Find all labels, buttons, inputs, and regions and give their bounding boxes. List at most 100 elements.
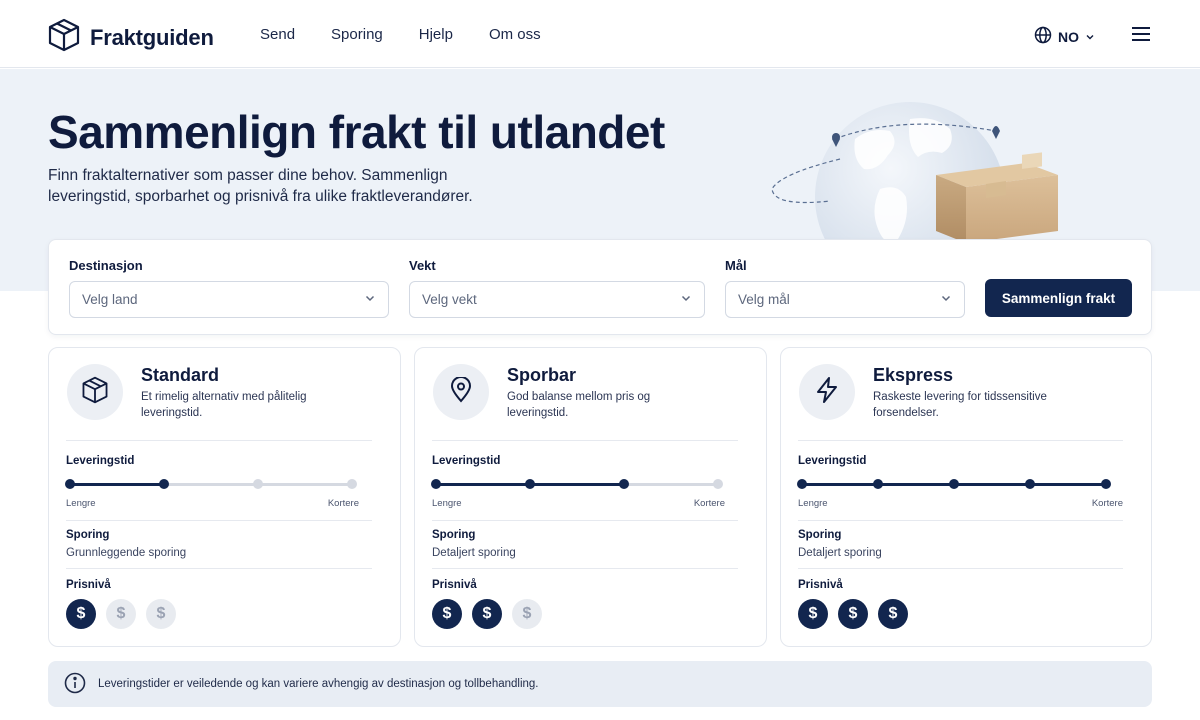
price-level-indicator: $ $ $	[66, 599, 176, 629]
language-code: NO	[1058, 28, 1079, 45]
delivery-time-scale	[431, 478, 723, 490]
scale-min-label: Lengre	[66, 498, 96, 509]
option-card-sporbar[interactable]: Sporbar God balanse mellom pris og lever…	[414, 347, 767, 647]
brand-logo[interactable]: Fraktguiden	[48, 18, 214, 57]
scale-step-dot	[949, 479, 959, 489]
scale-step-dot	[253, 479, 263, 489]
divider	[66, 440, 372, 441]
destination-label: Destinasjon	[69, 258, 143, 273]
compare-shipping-button[interactable]: Sammenlign frakt	[985, 279, 1132, 317]
scale-step-dot	[347, 479, 357, 489]
option-card-ekspress[interactable]: Ekspress Raskeste levering for tidssensi…	[780, 347, 1152, 647]
option-icon-container	[433, 364, 489, 420]
option-description: Et rimelig alternativ med pålitelig leve…	[141, 391, 307, 419]
price-level-icon: $	[146, 599, 176, 629]
brand-name: Fraktguiden	[90, 24, 214, 50]
price-level-indicator: $ $ $	[432, 599, 542, 629]
price-level-icon: $	[472, 599, 502, 629]
scale-step-dot	[713, 479, 723, 489]
nav-item-tracking[interactable]: Sporing	[331, 26, 383, 43]
scale-step-dot	[65, 479, 75, 489]
scale-step-dot	[1025, 479, 1035, 489]
price-level-icon: $	[878, 599, 908, 629]
option-card-standard[interactable]: Standard Et rimelig alternativ med pålit…	[48, 347, 401, 647]
chevron-down-icon	[680, 292, 692, 307]
globe-icon	[1034, 26, 1052, 47]
hamburger-menu-button[interactable]	[1131, 26, 1151, 47]
weight-select[interactable]: Velg vekt	[409, 281, 705, 318]
main-nav: Send Sporing Hjelp Om oss	[260, 26, 577, 43]
scale-max-label: Kortere	[693, 498, 725, 509]
divider	[66, 520, 372, 521]
option-title: Standard	[141, 365, 220, 385]
price-level-icon: $	[106, 599, 136, 629]
tracking-value: Grunnleggende sporing	[66, 547, 187, 559]
nav-item-send[interactable]: Send	[260, 26, 295, 43]
option-icon-container	[799, 364, 855, 420]
delivery-time-label: Leveringstid	[66, 455, 135, 467]
divider	[798, 440, 1123, 441]
divider	[66, 568, 372, 569]
location-pin-icon	[449, 375, 473, 408]
chevron-down-icon	[364, 292, 376, 307]
delivery-time-scale	[797, 478, 1111, 490]
tracking-label: Sporing	[798, 529, 842, 541]
delivery-time-label: Leveringstid	[432, 455, 501, 467]
box-icon	[81, 376, 109, 409]
price-level-icon: $	[798, 599, 828, 629]
tracking-label: Sporing	[432, 529, 476, 541]
price-level-icon: $	[66, 599, 96, 629]
divider	[432, 440, 738, 441]
option-description: Raskeste levering for tidssensitive fors…	[873, 391, 1047, 419]
price-level-label: Prisnivå	[66, 579, 111, 591]
weight-field-group: Vekt Velg vekt	[409, 258, 705, 318]
tracking-label: Sporing	[66, 529, 110, 541]
price-level-icon: $	[838, 599, 868, 629]
price-level-indicator: $ $ $	[798, 599, 908, 629]
dimensions-field-group: Mål Velg mål	[725, 258, 965, 318]
dimensions-select[interactable]: Velg mål	[725, 281, 965, 318]
nav-item-help[interactable]: Hjelp	[419, 26, 453, 43]
chevron-down-icon	[1085, 29, 1095, 45]
tracking-value: Detaljert sporing	[432, 547, 516, 559]
page-title: Sammenlign frakt til utlandet	[48, 106, 665, 158]
lightning-icon	[815, 376, 839, 409]
scale-step-dot	[159, 479, 169, 489]
scale-min-label: Lengre	[432, 498, 462, 509]
divider	[798, 568, 1123, 569]
scale-step-dot	[525, 479, 535, 489]
destination-select[interactable]: Velg land	[69, 281, 389, 318]
scale-step-dot	[873, 479, 883, 489]
scale-step-dot	[797, 479, 807, 489]
delivery-time-label: Leveringstid	[798, 455, 867, 467]
scale-step-dot	[619, 479, 629, 489]
info-notice: Leveringstider er veiledende og kan vari…	[48, 661, 1152, 707]
price-level-icon: $	[512, 599, 542, 629]
chevron-down-icon	[940, 292, 952, 307]
divider	[798, 520, 1123, 521]
info-text: Leveringstider er veiledende og kan vari…	[98, 678, 539, 690]
site-header: Fraktguiden Send Sporing Hjelp Om oss NO	[0, 0, 1200, 68]
price-level-label: Prisnivå	[798, 579, 843, 591]
destination-placeholder: Velg land	[82, 292, 138, 307]
tracking-value: Detaljert sporing	[798, 547, 882, 559]
option-title: Ekspress	[873, 365, 954, 385]
language-selector[interactable]: NO	[1034, 26, 1095, 47]
option-title: Sporbar	[507, 365, 577, 385]
menu-icon	[1131, 27, 1151, 46]
scale-min-label: Lengre	[798, 498, 828, 509]
dimensions-placeholder: Velg mål	[738, 292, 790, 307]
nav-item-about[interactable]: Om oss	[489, 26, 541, 43]
weight-label: Vekt	[409, 258, 436, 273]
price-level-label: Prisnivå	[432, 579, 477, 591]
option-icon-container	[67, 364, 123, 420]
scale-max-label: Kortere	[327, 498, 359, 509]
scale-step-dot	[1101, 479, 1111, 489]
shipping-search-panel: Destinasjon Velg land Vekt Velg vekt Mål…	[48, 239, 1152, 335]
scale-step-dot	[431, 479, 441, 489]
destination-field-group: Destinasjon Velg land	[69, 258, 389, 318]
divider	[432, 520, 738, 521]
delivery-time-scale	[65, 478, 357, 490]
info-icon	[64, 672, 86, 697]
scale-max-label: Kortere	[1091, 498, 1123, 509]
